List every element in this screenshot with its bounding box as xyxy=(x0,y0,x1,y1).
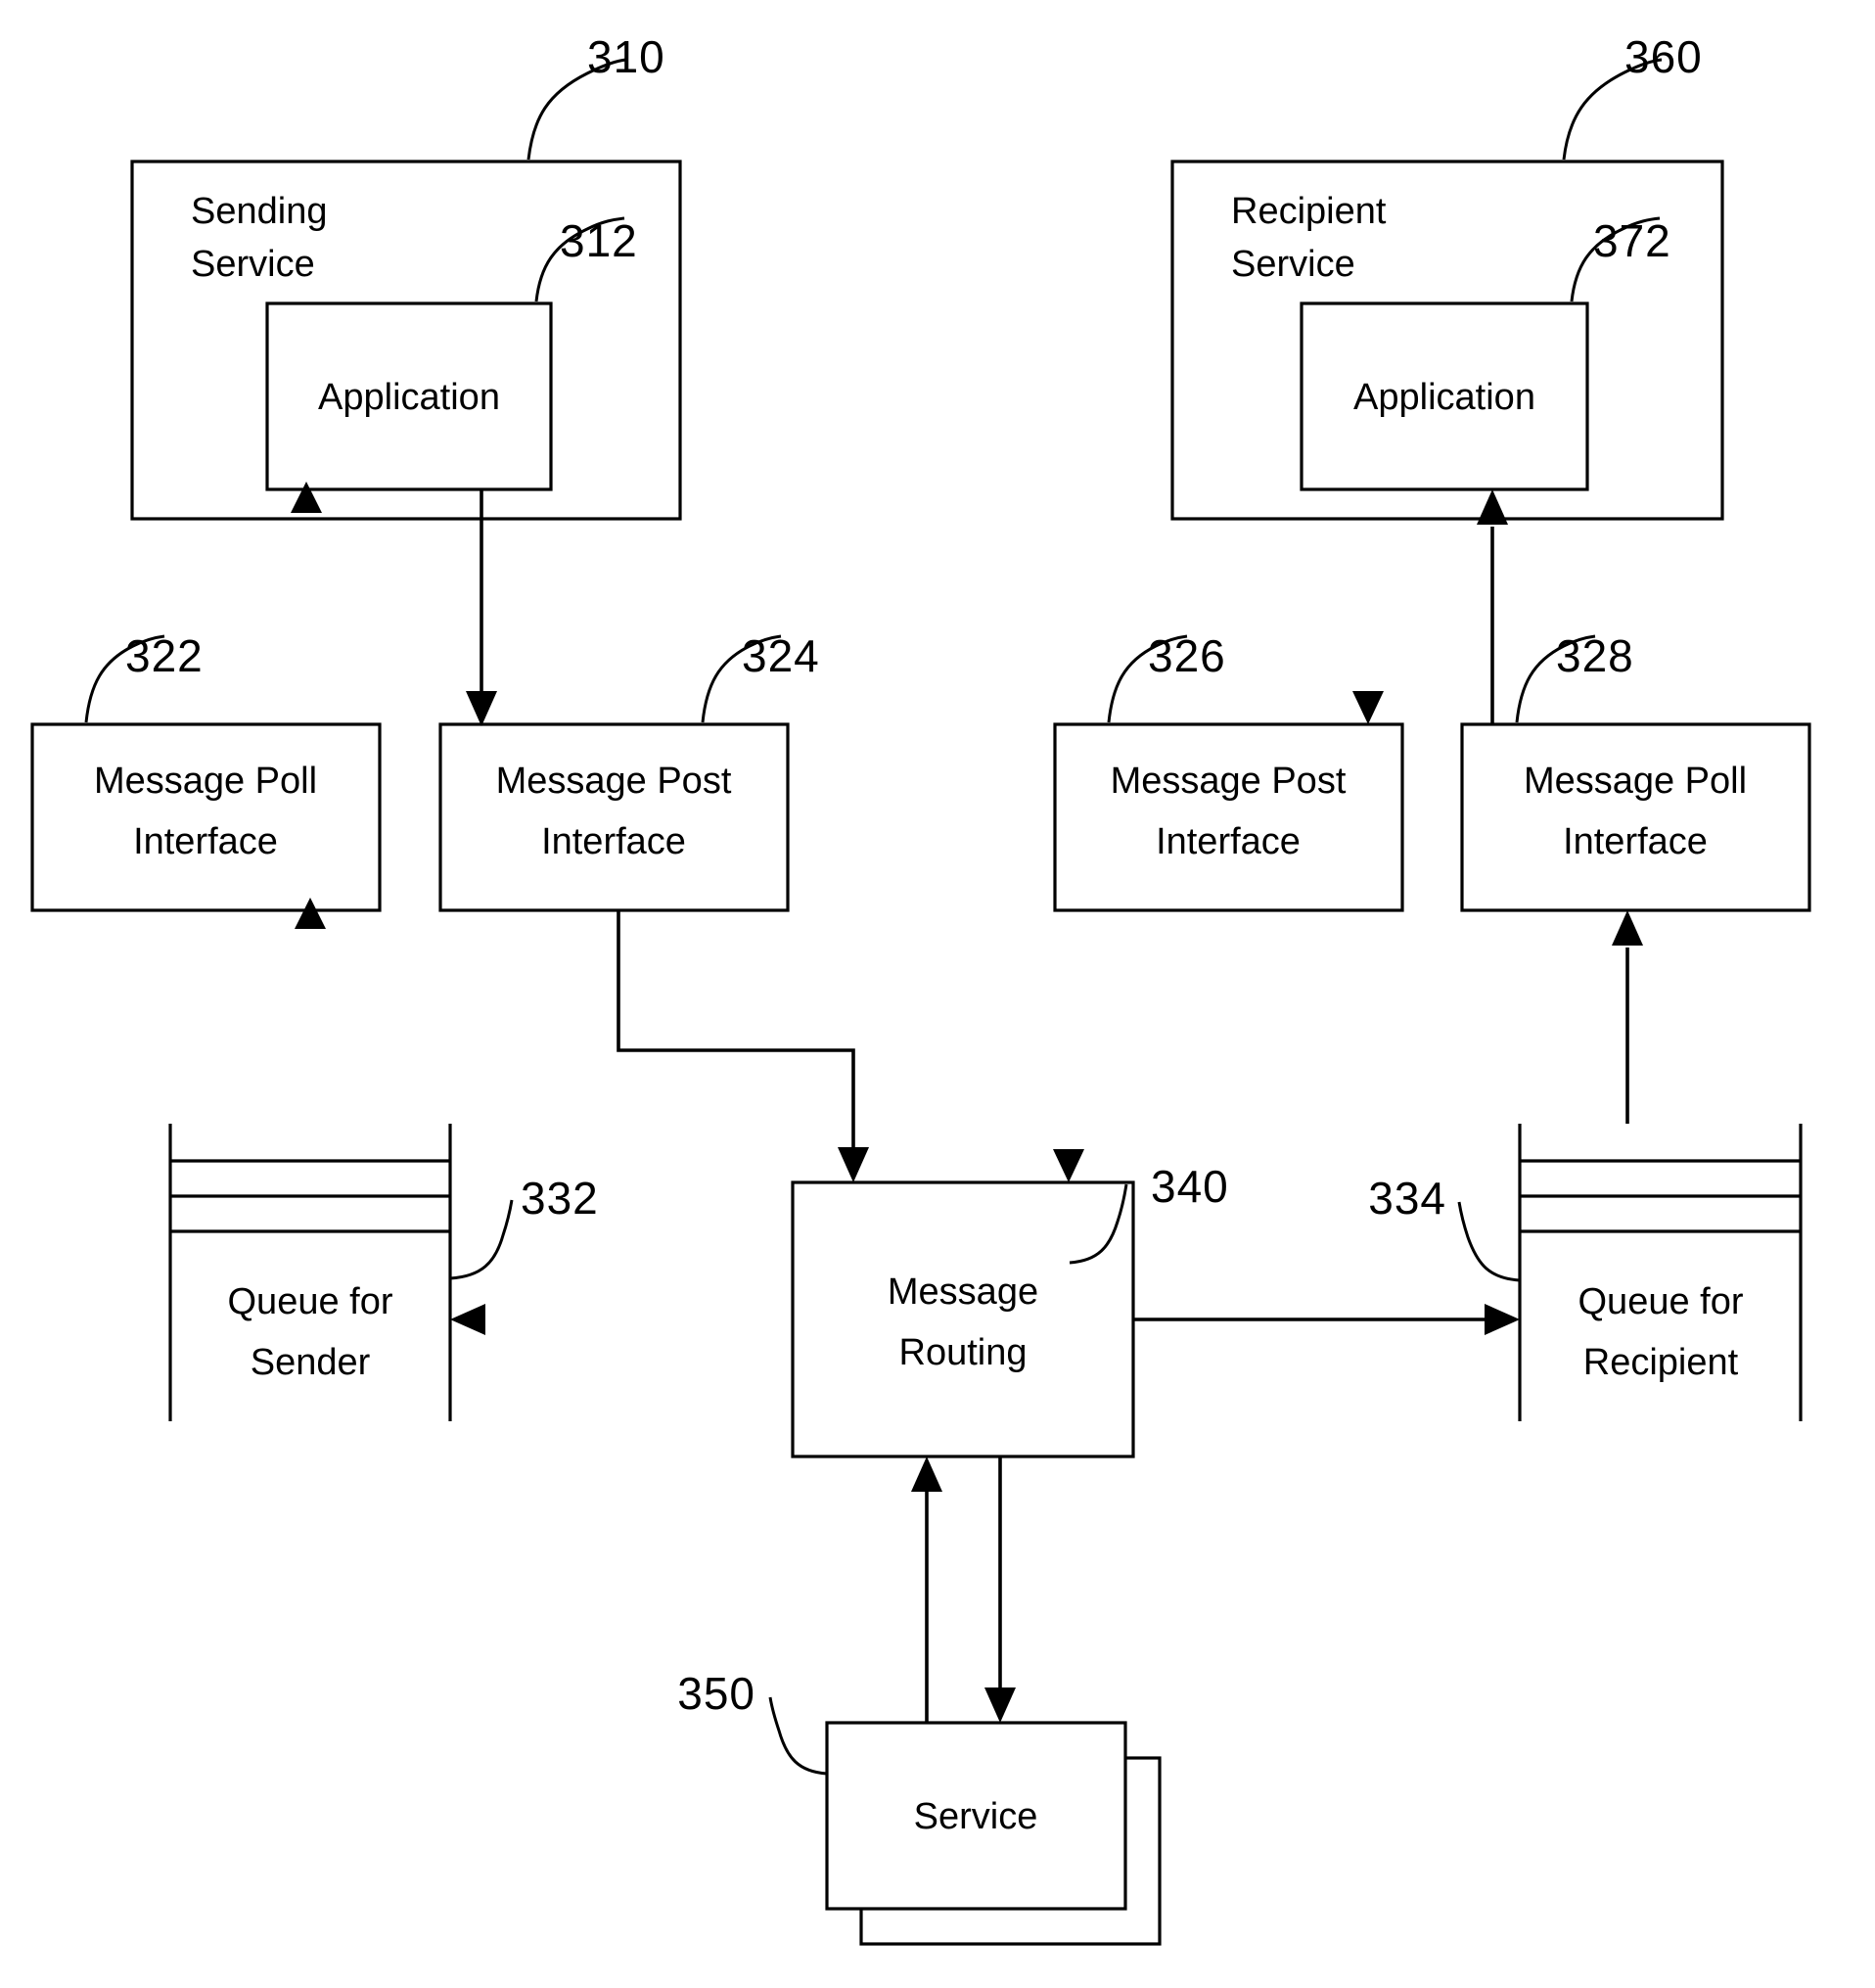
service-leader-line xyxy=(768,1696,828,1776)
patent-figure-canvas: Sending Service 310 Application 312 Reci… xyxy=(0,0,1875,1988)
sender-message-post-interface-box[interactable] xyxy=(438,722,790,912)
recipient-message-post-interface-label-line2: Interface xyxy=(1156,821,1301,862)
sender-message-post-interface-label-line1: Message Post xyxy=(496,761,732,802)
block-diagram-svg: Sending Service 310 Application 312 Reci… xyxy=(30,31,1811,1946)
connector-line xyxy=(617,910,855,1164)
queue-for-sender-label-line2: Sender xyxy=(251,1342,371,1383)
connector-message-routing-to-queue-for-recipient xyxy=(1133,1304,1520,1335)
recipient-message-poll-interface-box[interactable] xyxy=(1460,722,1811,912)
ref-number-326: 326 xyxy=(1148,630,1226,681)
queue-for-sender-label-line1: Queue for xyxy=(228,1281,393,1322)
recipient-message-post-interface-label-line1: Message Post xyxy=(1111,761,1347,802)
queue-for-recipient-label-line2: Recipient xyxy=(1583,1342,1739,1383)
queue-for-recipient-label-line1: Queue for xyxy=(1578,1281,1744,1322)
arrowhead-up-icon xyxy=(1612,910,1643,946)
connector-message-post-interface-to-message-routing xyxy=(617,910,869,1182)
connector-into-message-routing-top-right xyxy=(1053,1149,1084,1182)
connector-into-recipient-post-interface xyxy=(1352,691,1384,724)
message-routing-label-line2: Routing xyxy=(899,1332,1028,1373)
connector-queue-for-recipient-to-recipient-poll-interface xyxy=(1612,910,1643,1124)
arrowhead-down-icon xyxy=(1053,1149,1084,1182)
recipient-message-poll-interface-label-line2: Interface xyxy=(1563,821,1708,862)
arrowhead-down-icon xyxy=(1352,691,1384,724)
ref-number-322: 322 xyxy=(125,630,204,681)
ref-number-332: 332 xyxy=(521,1173,599,1224)
ref-number-372: 372 xyxy=(1593,215,1671,266)
node-sender-message-post-interface[interactable]: Message Post Interface 324 xyxy=(438,630,820,912)
ref-number-328: 328 xyxy=(1556,630,1634,681)
message-routing-box[interactable] xyxy=(791,1180,1135,1458)
sender-message-poll-interface-box[interactable] xyxy=(30,722,382,912)
recipient-message-poll-interface-label-line1: Message Poll xyxy=(1524,761,1747,802)
sender-message-poll-interface-label-line1: Message Poll xyxy=(94,761,317,802)
connector-application-to-message-post-interface xyxy=(466,489,497,726)
recipient-service-label-line1: Recipient xyxy=(1231,191,1387,232)
recipient-message-post-interface-box[interactable] xyxy=(1053,722,1404,912)
arrowhead-up-icon xyxy=(911,1456,942,1492)
ref-number-334: 334 xyxy=(1368,1173,1446,1224)
ref-number-324: 324 xyxy=(742,630,820,681)
node-queue-for-recipient[interactable]: Queue for Recipient 334 xyxy=(1368,1124,1803,1421)
ref-number-312: 312 xyxy=(560,215,638,266)
connector-recipient-poll-interface-to-recipient-application xyxy=(1477,489,1508,724)
node-sender-message-poll-interface[interactable]: Message Poll Interface 322 xyxy=(30,630,382,912)
sending-service-label-line2: Service xyxy=(191,244,315,285)
ref-number-360: 360 xyxy=(1624,31,1703,82)
connector-into-queue-for-sender xyxy=(450,1304,485,1335)
queue-for-sender-leader-line xyxy=(449,1199,514,1280)
queue-for-recipient-leader-line xyxy=(1457,1201,1521,1282)
sending-service-label-line1: Sending xyxy=(191,191,327,232)
arrowhead-down-icon xyxy=(984,1687,1016,1723)
connector-message-routing-to-service xyxy=(984,1456,1016,1723)
ref-number-350: 350 xyxy=(677,1668,755,1719)
node-queue-for-sender[interactable]: Queue for Sender 332 xyxy=(168,1124,599,1421)
node-message-routing[interactable]: Message Routing 340 xyxy=(791,1161,1229,1458)
connector-service-to-message-routing xyxy=(911,1456,942,1723)
sender-message-post-interface-label-line2: Interface xyxy=(541,821,686,862)
service-label: Service xyxy=(914,1796,1038,1837)
node-recipient-message-post-interface[interactable]: Message Post Interface 326 xyxy=(1053,630,1404,912)
message-routing-label-line1: Message xyxy=(888,1271,1038,1313)
ref-number-310: 310 xyxy=(587,31,665,82)
arrowhead-down-icon xyxy=(466,691,497,726)
node-service[interactable]: Service 350 xyxy=(677,1668,1162,1946)
recipient-service-label-line2: Service xyxy=(1231,244,1355,285)
arrowhead-down-icon xyxy=(838,1147,869,1182)
arrowhead-left-icon xyxy=(450,1304,485,1335)
recipient-application-label: Application xyxy=(1353,377,1535,418)
arrowhead-right-icon xyxy=(1485,1304,1520,1335)
ref-number-340: 340 xyxy=(1151,1161,1229,1212)
node-recipient-message-poll-interface[interactable]: Message Poll Interface 328 xyxy=(1460,630,1811,912)
sender-message-poll-interface-label-line2: Interface xyxy=(133,821,278,862)
sending-application-label: Application xyxy=(318,377,500,418)
